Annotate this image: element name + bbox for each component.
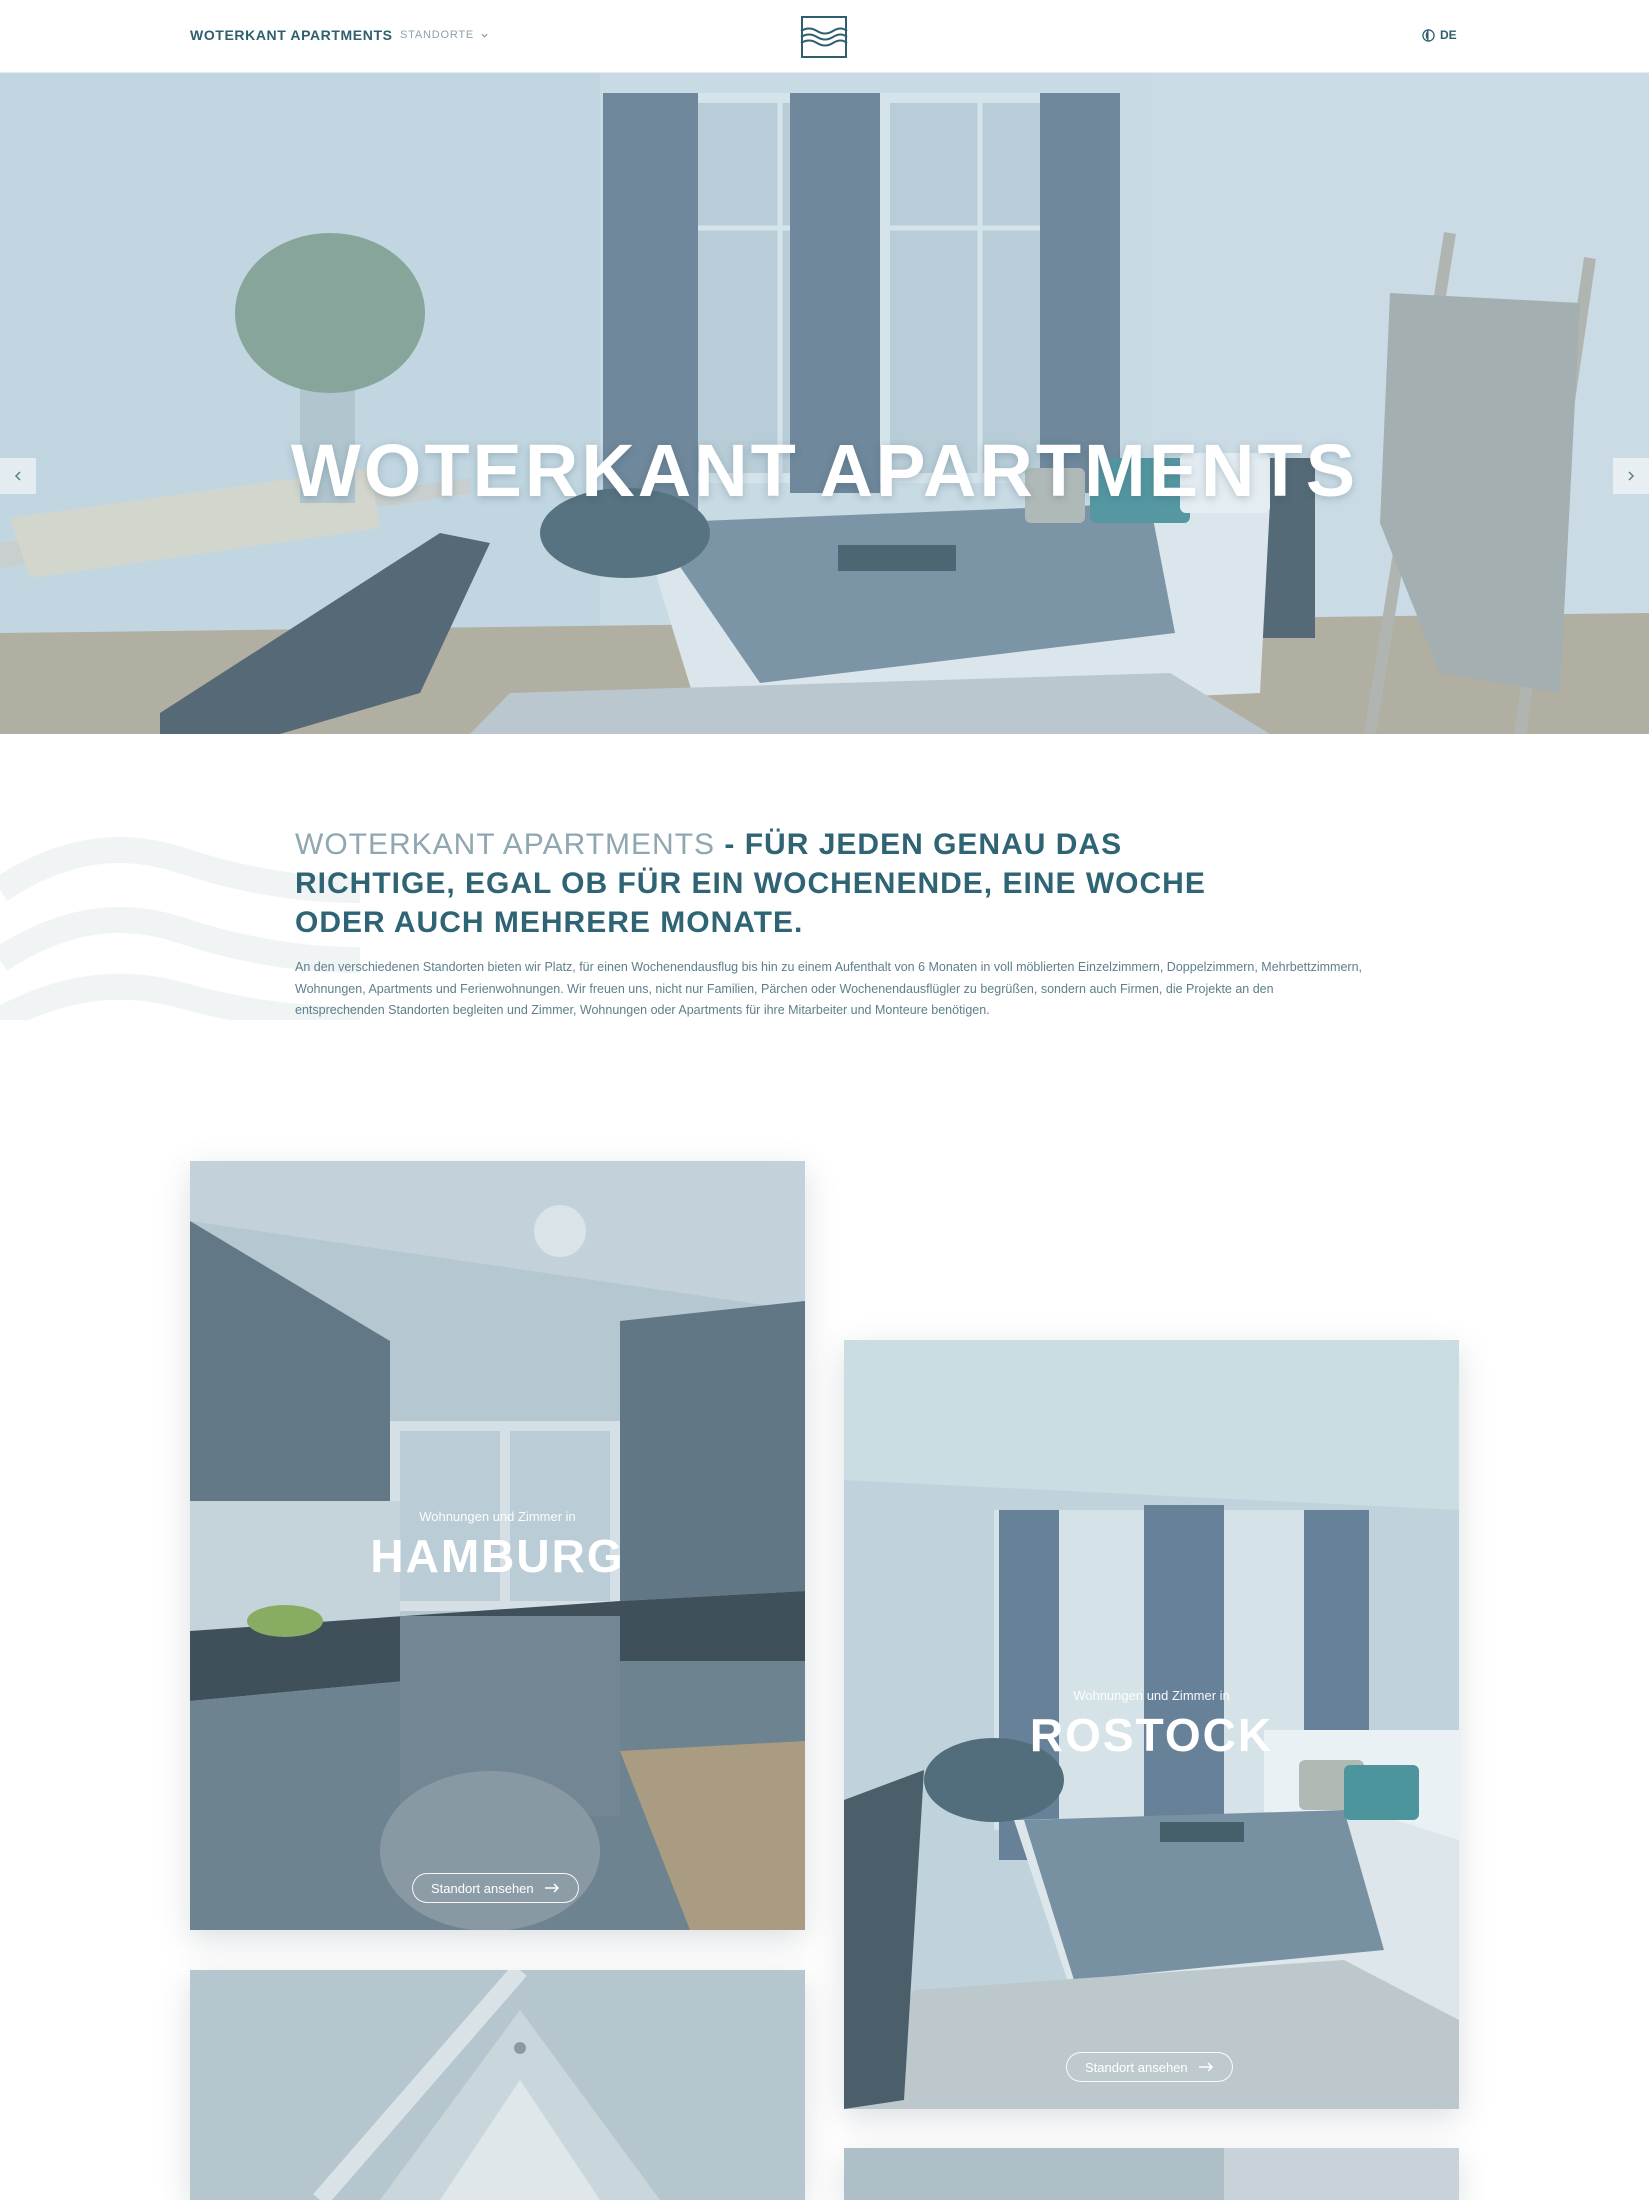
hero-slider: WOTERKANT APARTMENTS	[0, 73, 1649, 734]
chevron-right-icon	[1628, 471, 1635, 481]
hamburg-title: HAMBURG	[370, 1530, 625, 1582]
slider-next-button[interactable]	[1613, 458, 1649, 494]
location-card-rostock[interactable]: Wohnungen und Zimmer in ROSTOCK Standort…	[844, 1340, 1459, 2109]
brand-link[interactable]: WOTERKANT APARTMENTS	[190, 27, 393, 43]
rostock-view-button[interactable]: Standort ansehen	[1066, 2052, 1233, 2082]
rostock-title: ROSTOCK	[1029, 1709, 1274, 1761]
globe-icon	[1422, 28, 1435, 42]
hamburg-subtitle: Wohnungen und Zimmer in	[419, 1509, 576, 1524]
hero-title: WOTERKANT APARTMENTS	[290, 429, 1359, 512]
intro-heading: WOTERKANT APARTMENTS - FÜR JEDEN GENAU D…	[295, 825, 1255, 942]
location-image	[844, 2148, 1459, 2200]
intro-paragraph: An den verschiedenen Standorten bieten w…	[295, 960, 1363, 1017]
language-switcher[interactable]: DE	[1422, 28, 1457, 42]
waves-logo-icon[interactable]	[800, 15, 848, 59]
hamburg-view-button-label: Standort ansehen	[431, 1880, 534, 1896]
standorte-label: STANDORTE	[400, 29, 475, 41]
hamburg-view-button[interactable]: Standort ansehen	[412, 1873, 579, 1903]
location-card-fourth[interactable]	[844, 2148, 1459, 2200]
chevron-left-icon	[14, 471, 21, 481]
top-navigation: WOTERKANT APARTMENTS STANDORTE DE	[0, 0, 1649, 73]
attic-image	[190, 1970, 805, 2200]
rostock-subtitle: Wohnungen und Zimmer in	[1073, 1688, 1230, 1703]
location-card-hamburg[interactable]: Wohnungen und Zimmer in HAMBURG Standort…	[190, 1161, 805, 1930]
hero-bedroom-image	[0, 73, 1649, 734]
standorte-dropdown[interactable]: STANDORTE	[400, 29, 489, 41]
location-card-third[interactable]	[190, 1970, 805, 2200]
rostock-view-button-label: Standort ansehen	[1085, 2059, 1188, 2075]
slider-prev-button[interactable]	[0, 458, 36, 494]
arrow-right-icon	[1198, 2062, 1213, 2072]
arrow-right-icon	[544, 1883, 559, 1893]
intro-heading-brand: WOTERKANT APARTMENTS	[295, 828, 716, 861]
language-label: DE	[1440, 28, 1457, 42]
chevron-down-icon	[481, 33, 488, 38]
